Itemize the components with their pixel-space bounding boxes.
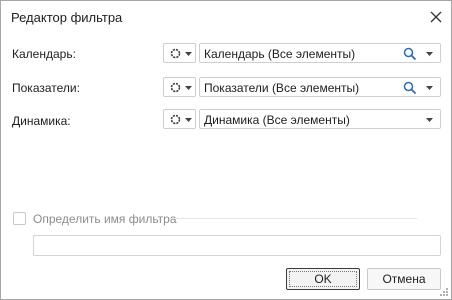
ok-button[interactable]: OK	[286, 268, 360, 290]
cancel-button-label: Отмена	[382, 272, 426, 286]
dynamics-mode-button[interactable]	[163, 109, 196, 129]
define-filter-name-checkbox[interactable]	[13, 212, 26, 225]
gear-icon	[170, 48, 181, 59]
row-label-dynamics: Динамика:	[12, 114, 71, 128]
define-filter-name-label[interactable]: Определить имя фильтра	[33, 212, 177, 226]
search-icon[interactable]	[403, 81, 417, 95]
filter-name-input[interactable]	[33, 235, 441, 256]
row-label-calendar: Календарь:	[12, 47, 76, 61]
chevron-down-icon	[185, 86, 192, 90]
filter-editor-dialog: Редактор фильтра Календарь: Календарь (В…	[0, 0, 452, 300]
dynamics-combo-value: Динамика (Все элементы)	[204, 113, 350, 127]
chevron-down-icon[interactable]	[426, 118, 433, 122]
dynamics-combo[interactable]: Динамика (Все элементы)	[199, 109, 441, 129]
dialog-title: Редактор фильтра	[11, 10, 123, 25]
calendar-combo-value: Календарь (Все элементы)	[204, 47, 356, 61]
chevron-down-icon	[185, 118, 192, 122]
calendar-mode-button[interactable]	[163, 43, 196, 63]
gear-icon	[170, 114, 181, 125]
resize-grip-icon[interactable]	[439, 287, 449, 297]
gear-icon	[170, 82, 181, 93]
close-button[interactable]	[425, 6, 447, 28]
chevron-down-icon[interactable]	[426, 52, 433, 56]
indicators-mode-button[interactable]	[163, 77, 196, 97]
close-icon[interactable]	[430, 11, 442, 23]
row-label-indicators: Показатели:	[12, 81, 80, 95]
indicators-combo-value: Показатели (Все элементы)	[204, 81, 360, 95]
search-icon[interactable]	[403, 47, 417, 61]
section-divider	[169, 218, 417, 219]
indicators-combo[interactable]: Показатели (Все элементы)	[199, 77, 441, 97]
focus-rect	[289, 271, 357, 287]
chevron-down-icon	[185, 52, 192, 56]
calendar-combo[interactable]: Календарь (Все элементы)	[199, 43, 441, 63]
cancel-button[interactable]: Отмена	[367, 268, 441, 290]
chevron-down-icon[interactable]	[426, 86, 433, 90]
